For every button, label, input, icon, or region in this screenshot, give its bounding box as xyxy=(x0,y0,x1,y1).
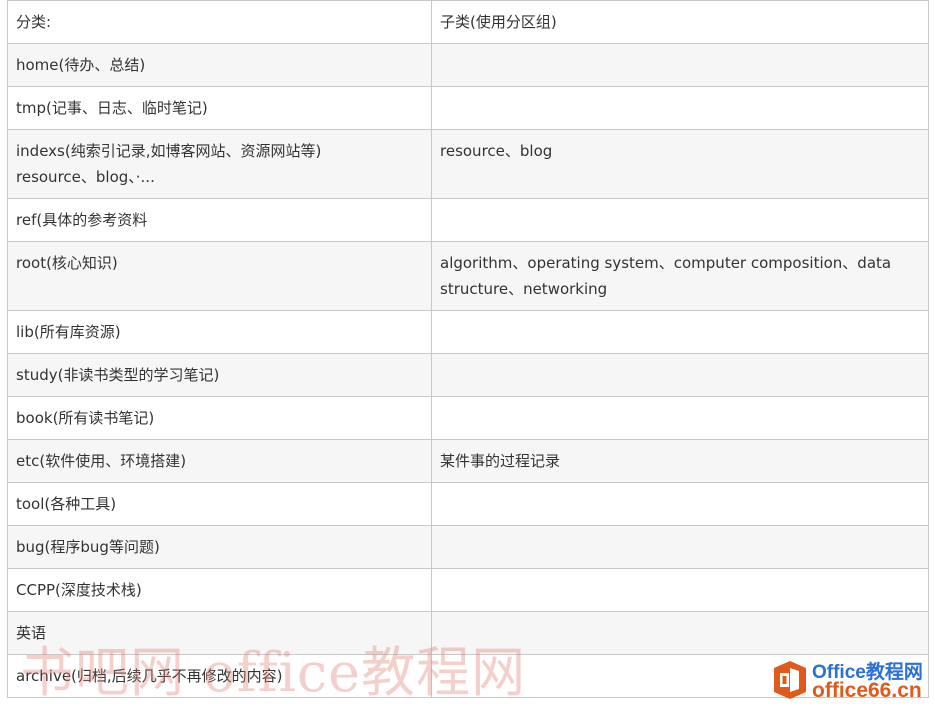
table-row: archive(归档,后续几乎不再修改的内容) xyxy=(7,654,929,698)
subcategory-cell xyxy=(431,396,929,440)
category-text: root(核心知识) xyxy=(16,254,118,272)
category-cell: archive(归档,后续几乎不再修改的内容) xyxy=(7,654,432,698)
subcategory-cell xyxy=(431,86,929,130)
category-text: ref(具体的参考资料 xyxy=(16,211,148,229)
category-cell: root(核心知识) xyxy=(7,241,432,311)
table-row: lib(所有库资源) xyxy=(7,310,929,354)
category-table-container: 分类: 子类(使用分区组) home(待办、总结) tmp(记事、日志、临时笔记)… xyxy=(7,0,929,698)
table-row: 英语 xyxy=(7,611,929,655)
category-cell: bug(程序bug等问题) xyxy=(7,525,432,569)
category-text: home(待办、总结) xyxy=(16,56,146,74)
category-text: etc(软件使用、环境搭建) xyxy=(16,452,187,470)
category-text: indexs(纯索引记录,如博客网站、资源网站等) xyxy=(16,142,322,160)
category-cell: 英语 xyxy=(7,611,432,655)
category-cell: etc(软件使用、环境搭建) xyxy=(7,439,432,483)
category-cell: book(所有读书笔记) xyxy=(7,396,432,440)
table-header-row: 分类: 子类(使用分区组) xyxy=(7,0,929,44)
subcategory-cell: 某件事的过程记录 xyxy=(431,439,929,483)
table-row: ref(具体的参考资料 xyxy=(7,198,929,242)
category-text: book(所有读书笔记) xyxy=(16,409,155,427)
category-table: 分类: 子类(使用分区组) home(待办、总结) tmp(记事、日志、临时笔记)… xyxy=(7,0,929,698)
category-text: 英语 xyxy=(16,624,47,642)
table-row: bug(程序bug等问题) xyxy=(7,525,929,569)
subcategory-cell xyxy=(431,654,929,698)
subcategory-text: structure、networking xyxy=(440,280,608,298)
category-text: study(非读书类型的学习笔记) xyxy=(16,366,220,384)
subcategory-cell xyxy=(431,568,929,612)
subcategory-cell xyxy=(431,611,929,655)
category-text: tmp(记事、日志、临时笔记) xyxy=(16,99,208,117)
category-cell: home(待办、总结) xyxy=(7,43,432,87)
category-text: lib(所有库资源) xyxy=(16,323,121,341)
category-cell: ref(具体的参考资料 xyxy=(7,198,432,242)
subcategory-text: 某件事的过程记录 xyxy=(440,452,561,470)
category-cell: indexs(纯索引记录,如博客网站、资源网站等) resource、blog、·… xyxy=(7,129,432,199)
category-text: CCPP(深度技术栈) xyxy=(16,581,142,599)
subcategory-cell xyxy=(431,525,929,569)
subcategory-cell: resource、blog xyxy=(431,129,929,199)
subcategory-cell xyxy=(431,43,929,87)
table-row: indexs(纯索引记录,如博客网站、资源网站等) resource、blog、·… xyxy=(7,129,929,199)
header-category: 分类: xyxy=(7,0,432,44)
subcategory-cell: algorithm、operating system、computer comp… xyxy=(431,241,929,311)
table-row: study(非读书类型的学习笔记) xyxy=(7,353,929,397)
header-subcategory: 子类(使用分区组) xyxy=(431,0,929,44)
table-row: home(待办、总结) xyxy=(7,43,929,87)
subcategory-text: algorithm、operating system、computer comp… xyxy=(440,254,892,272)
category-text: resource、blog、·... xyxy=(16,168,155,186)
subcategory-cell xyxy=(431,198,929,242)
table-row: CCPP(深度技术栈) xyxy=(7,568,929,612)
table-row: tmp(记事、日志、临时笔记) xyxy=(7,86,929,130)
category-cell: tmp(记事、日志、临时笔记) xyxy=(7,86,432,130)
category-text: tool(各种工具) xyxy=(16,495,117,513)
table-row: etc(软件使用、环境搭建) 某件事的过程记录 xyxy=(7,439,929,483)
table-row: root(核心知识) algorithm、operating system、com… xyxy=(7,241,929,311)
category-cell: CCPP(深度技术栈) xyxy=(7,568,432,612)
category-cell: study(非读书类型的学习笔记) xyxy=(7,353,432,397)
category-cell: tool(各种工具) xyxy=(7,482,432,526)
subcategory-cell xyxy=(431,310,929,354)
subcategory-cell xyxy=(431,482,929,526)
category-text: archive(归档,后续几乎不再修改的内容) xyxy=(16,667,283,685)
subcategory-text: resource、blog xyxy=(440,142,553,160)
category-text: bug(程序bug等问题) xyxy=(16,538,160,556)
subcategory-cell xyxy=(431,353,929,397)
table-row: tool(各种工具) xyxy=(7,482,929,526)
table-row: book(所有读书笔记) xyxy=(7,396,929,440)
category-cell: lib(所有库资源) xyxy=(7,310,432,354)
